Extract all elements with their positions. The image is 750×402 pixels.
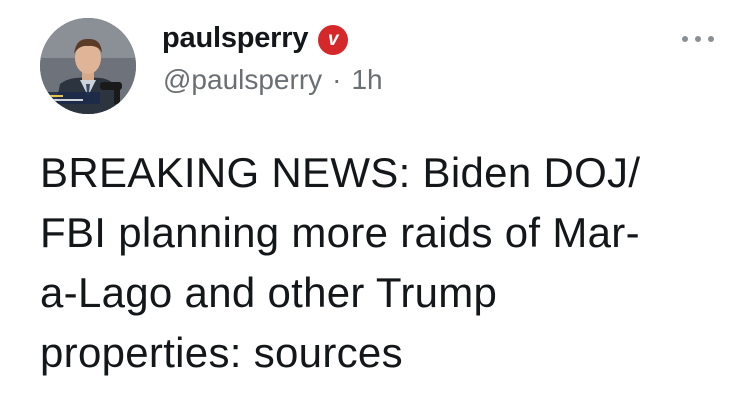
profile-photo [40, 18, 136, 114]
meta-separator: · [332, 64, 342, 95]
verified-badge-letter: v [328, 29, 339, 50]
more-dot [682, 36, 688, 42]
more-dot [708, 36, 714, 42]
author-name-row: paulsperry v [162, 22, 349, 55]
author-meta-row: @paulsperry · 1h [163, 64, 383, 96]
verified-badge-icon: v [318, 24, 349, 55]
author-display-name[interactable]: paulsperry [162, 22, 308, 55]
avatar[interactable] [40, 18, 136, 114]
tweet-card: paulsperry v @paulsperry · 1h BREAKING N… [0, 0, 750, 402]
more-dot [695, 36, 701, 42]
tweet-text: BREAKING NEWS: Biden DOJ/ FBI planning m… [40, 149, 641, 376]
more-options-icon[interactable] [682, 36, 714, 42]
author-handle[interactable]: @paulsperry [163, 64, 322, 96]
post-timestamp[interactable]: 1h [351, 64, 382, 96]
